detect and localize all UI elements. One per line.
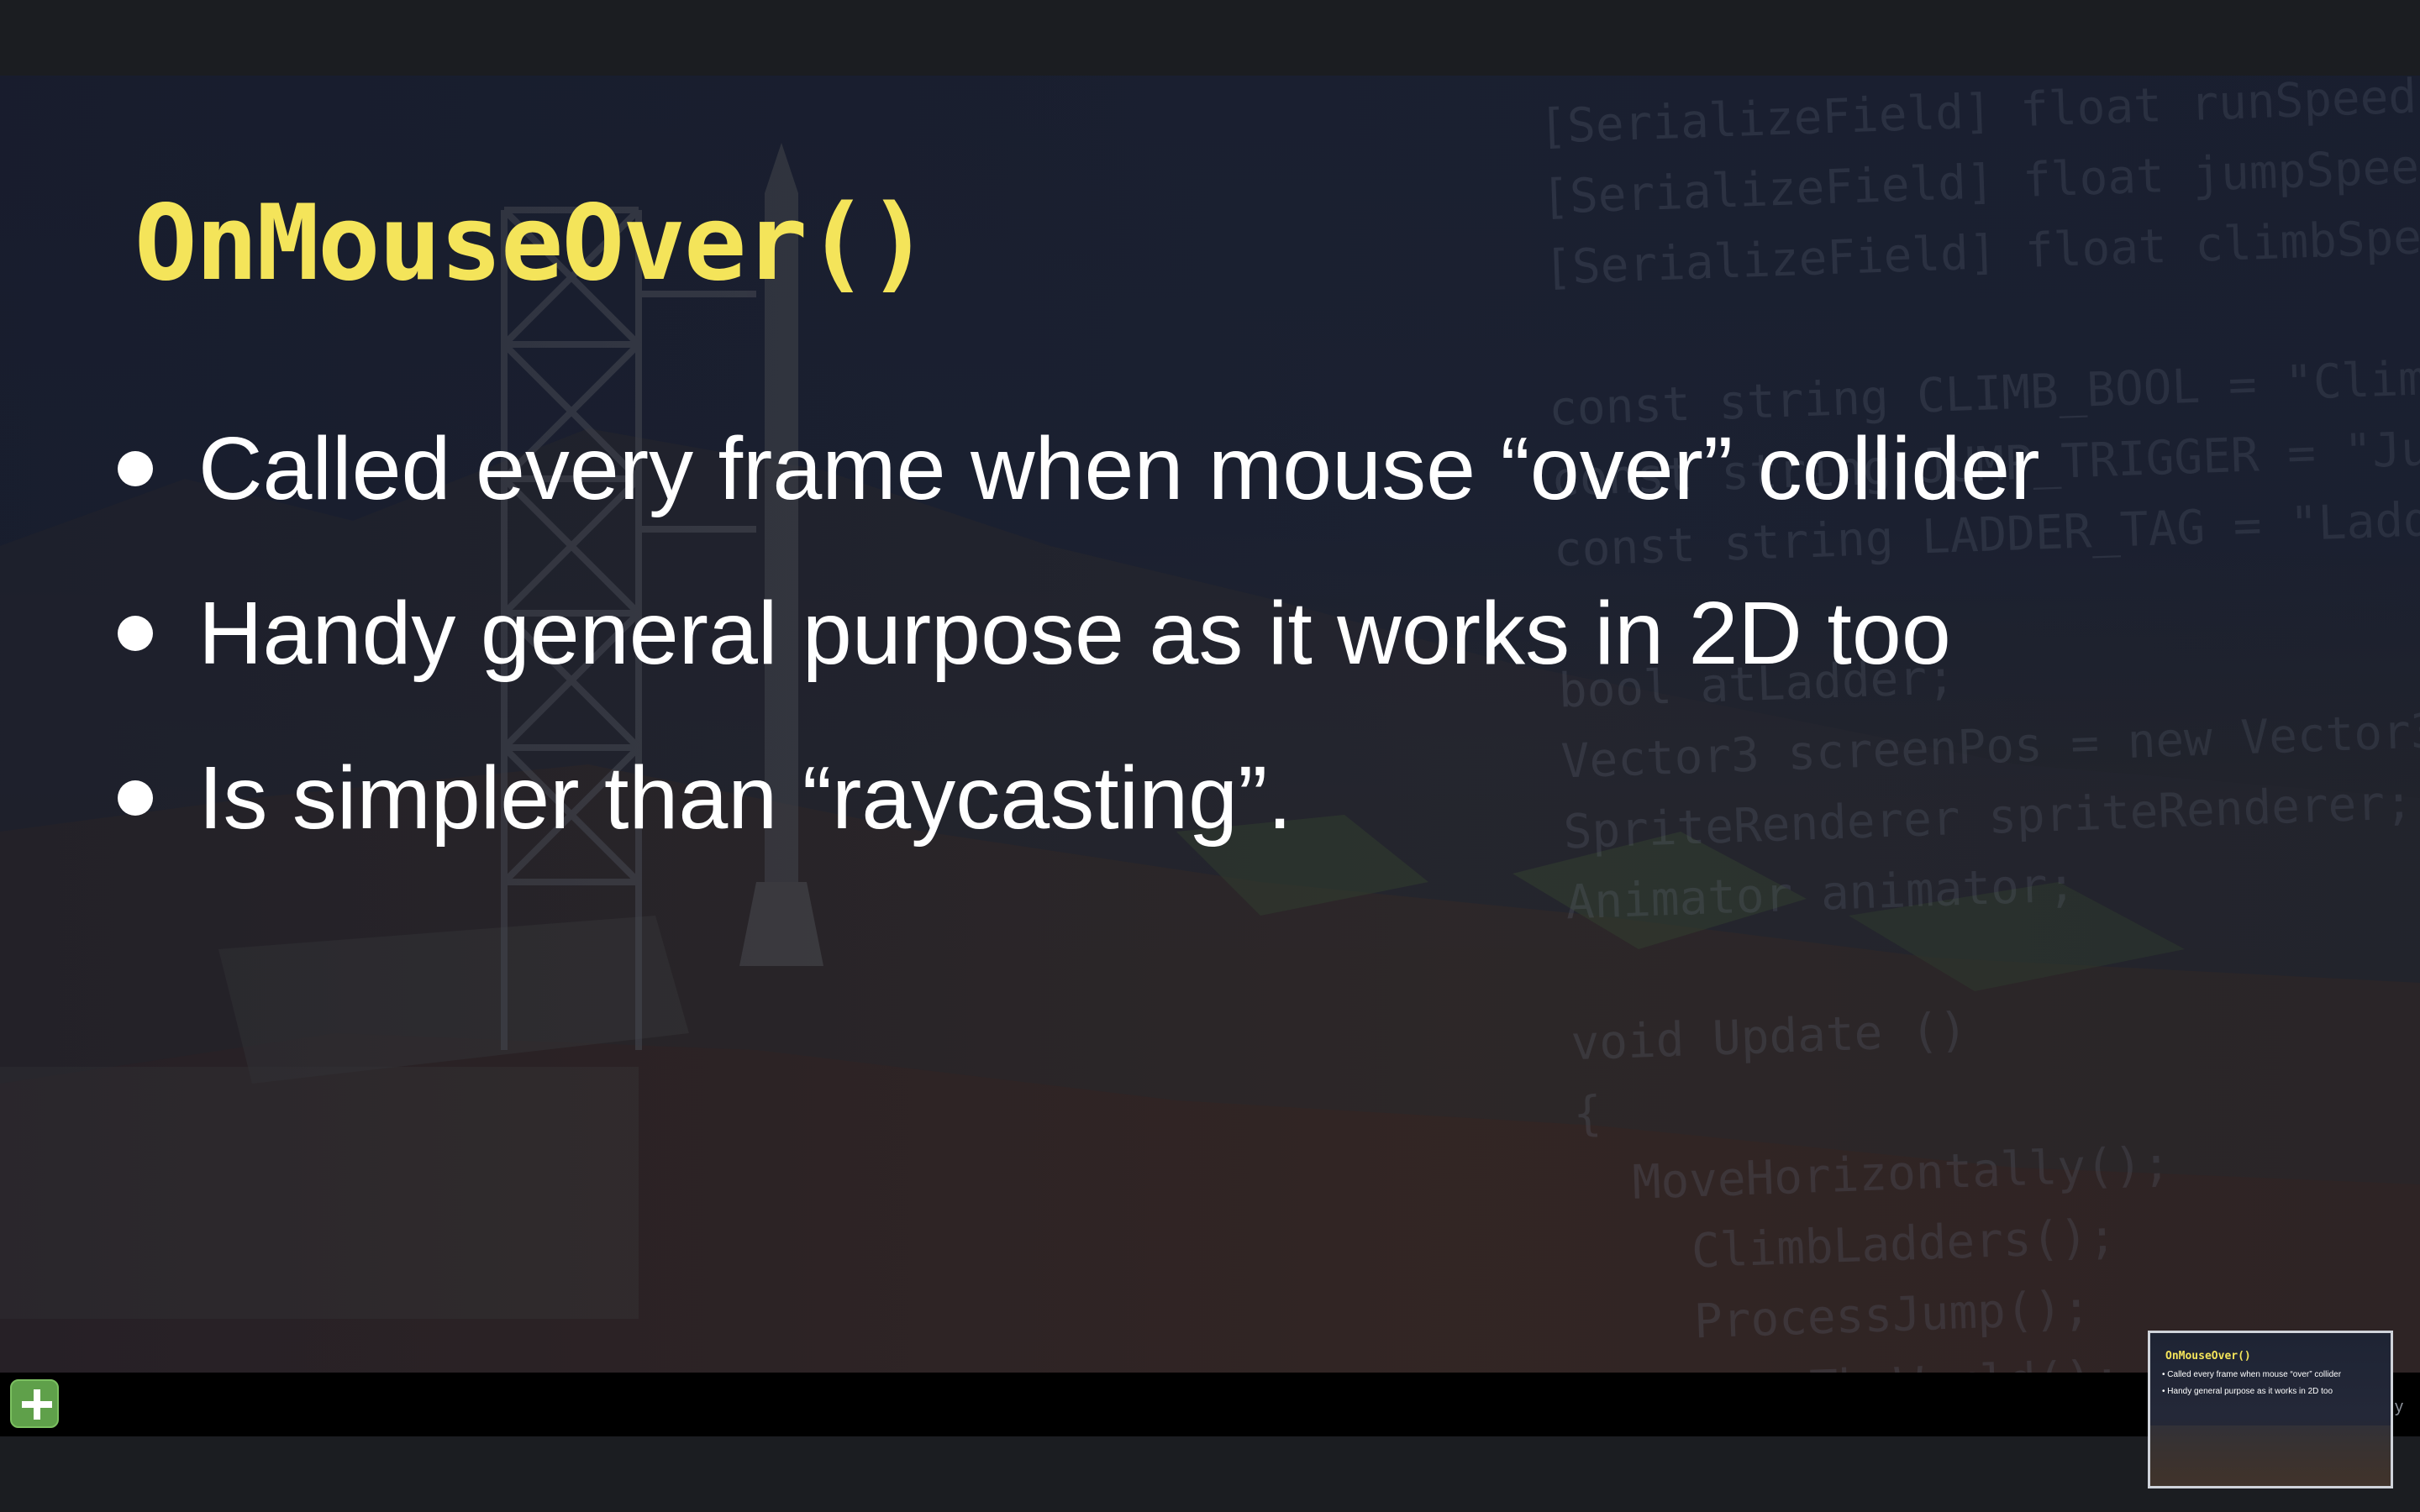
thumbnail-bullet: • Handy general purpose as it works in 2… [2162, 1387, 2333, 1396]
bullet-item: Handy general purpose as it works in 2D … [118, 551, 2040, 716]
thumbnail-bullet-text: Called every frame when mouse “over” col… [2167, 1370, 2341, 1379]
slide-canvas: [SerializeField] float runSpeed =[Serial… [0, 76, 2420, 1373]
bullet-text: Is simpler than “raycasting”. [198, 748, 1292, 849]
bullet-item: Is simpler than “raycasting”. [118, 716, 2040, 880]
top-bar [0, 0, 2420, 76]
bullet-item: Called every frame when mouse “over” col… [118, 386, 2040, 551]
add-slide-button[interactable] [10, 1379, 59, 1428]
thumbnail-background [2150, 1425, 2393, 1488]
presentation-viewer: [SerializeField] float runSpeed =[Serial… [0, 0, 2420, 1512]
bottom-bar [0, 1436, 2420, 1512]
slide-thumbnail[interactable]: OnMouseOver() • Called every frame when … [2148, 1331, 2393, 1488]
bullet-list: Called every frame when mouse “over” col… [118, 386, 2040, 880]
thumbnail-title: OnMouseOver() [2165, 1350, 2251, 1362]
bullet-text: Handy general purpose as it works in 2D … [198, 583, 1951, 685]
thumbnail-bullet-text: Handy general purpose as it works in 2D … [2167, 1387, 2333, 1396]
edge-glyph: y [2395, 1398, 2403, 1417]
bullet-dot-icon [118, 616, 153, 651]
thumbnail-bullet: • Called every frame when mouse “over” c… [2162, 1370, 2341, 1379]
bullet-dot-icon [118, 451, 153, 486]
bullet-text: Called every frame when mouse “over” col… [198, 418, 2040, 520]
control-bar [0, 1373, 2420, 1436]
bullet-dot-icon [118, 780, 153, 816]
slide-title: OnMouseOver() [134, 183, 929, 304]
